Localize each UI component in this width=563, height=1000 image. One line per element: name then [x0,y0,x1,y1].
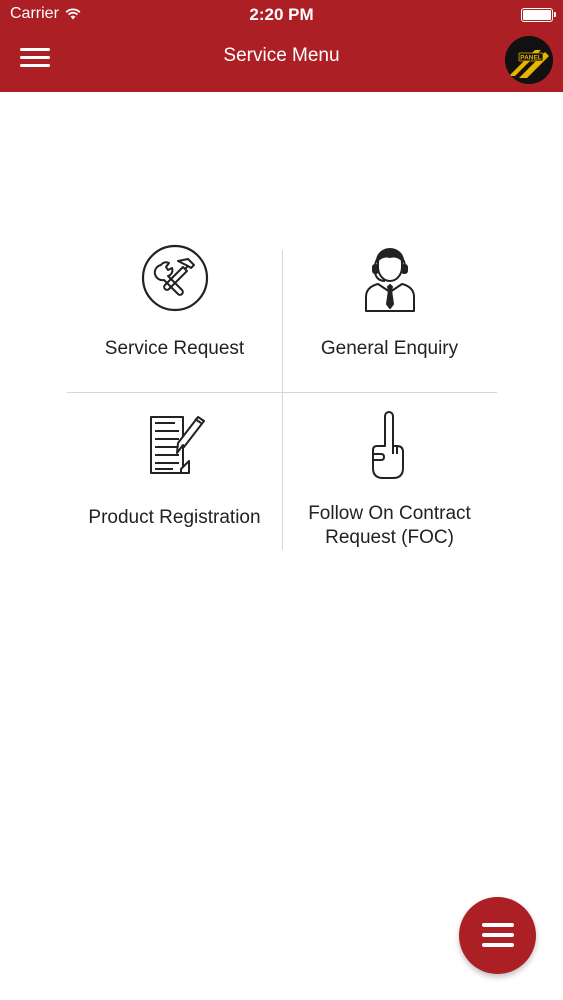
product-registration-label: Product Registration [88,507,261,528]
battery-icon [521,8,556,22]
general-enquiry-tile[interactable]: General Enquiry [282,235,497,394]
foc-request-tile[interactable]: Follow On Contract Request (FOC) [282,394,497,553]
service-menu-grid: Service Request General Enquiry Product … [67,235,497,553]
status-time: 2:20 PM [249,5,314,24]
status-bar: Carrier 2:20 PM [0,0,563,30]
support-agent-icon [364,248,415,312]
header-bar: Service Menu PANEL [0,30,563,92]
service-request-label: Service Request [104,338,245,359]
floating-menu-button[interactable] [459,897,536,974]
foc-request-label-line1: Follow On Contract [308,503,471,524]
brand-logo-icon: PANEL [505,36,553,84]
document-edit-icon [149,416,205,474]
pointing-hand-icon [371,411,404,479]
page-title: Service Menu [223,45,340,66]
foc-request-label: Follow On Contract Request (FOC) [282,502,497,550]
general-enquiry-label: General Enquiry [320,338,459,359]
tools-icon [141,244,208,312]
logo-text: PANEL [520,55,542,62]
foc-request-label-line2: Request (FOC) [325,527,454,548]
product-registration-tile[interactable]: Product Registration [67,394,282,553]
service-request-tile[interactable]: Service Request [67,235,282,394]
